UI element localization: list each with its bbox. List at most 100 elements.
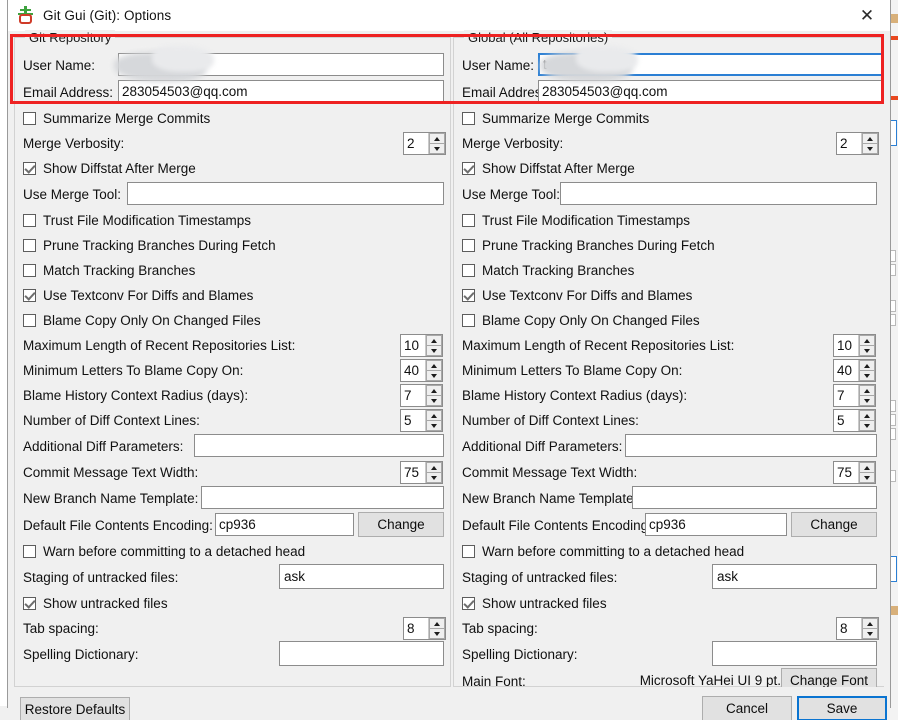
option-prune-tracking-branches-during-fetch-row[interactable]: Prune Tracking Branches During Fetch [23,233,442,258]
option-trust-file-modification-timestamps-row[interactable]: Trust File Modification Timestamps [23,208,442,233]
user-name-input[interactable]: t [538,53,883,76]
summarize-merge-commits-checkbox[interactable] [23,112,36,125]
commit-width-spinner-increment[interactable] [426,462,442,472]
show-diffstat-after-merge-checkbox[interactable] [23,162,36,175]
spelling-select[interactable] [712,641,877,666]
commit-width-spinner-decrement[interactable] [426,472,442,483]
tab-spacing-spinner-decrement[interactable] [862,628,878,639]
diff-params-input[interactable] [625,434,877,457]
option-use-textconv-for-diffs-and-blames-row[interactable]: Use Textconv For Diffs and Blames [23,283,442,308]
merge-verbosity-spinner-increment[interactable] [429,133,445,143]
option-trust-file-modification-timestamps-checkbox[interactable] [23,214,36,227]
option-use-textconv-for-diffs-and-blames-row[interactable]: Use Textconv For Diffs and Blames [462,283,876,308]
commit-width-spinner[interactable]: 75 [833,461,876,484]
diff-params-input[interactable] [194,434,444,457]
show-untracked-files-row[interactable]: Show untracked files [462,591,876,616]
spinner-3[interactable]: 5 [400,409,443,432]
user-name-input[interactable] [118,53,444,76]
spinner-2-decrement[interactable] [426,395,442,406]
merge-verbosity-spinner-buttons[interactable] [861,133,878,154]
merge-verbosity-spinner-decrement[interactable] [429,143,445,154]
branch-template-input[interactable] [201,486,444,509]
spinner-1-buttons[interactable] [858,360,875,381]
commit-width-spinner-buttons[interactable] [425,462,442,483]
spinner-3-decrement[interactable] [859,420,875,431]
spinner-0-increment[interactable] [426,335,442,345]
merge-verbosity-spinner-increment[interactable] [862,133,878,143]
spinner-3[interactable]: 5 [833,409,876,432]
option-use-textconv-for-diffs-and-blames-checkbox[interactable] [23,289,36,302]
option-use-textconv-for-diffs-and-blames-checkbox[interactable] [462,289,475,302]
spinner-3-buttons[interactable] [425,410,442,431]
warn-detached-head-checkbox[interactable] [23,545,36,558]
show-diffstat-after-merge-row[interactable]: Show Diffstat After Merge [23,156,442,181]
spinner-1[interactable]: 40 [833,359,876,382]
merge-verbosity-spinner-buttons[interactable] [428,133,445,154]
spinner-2-increment[interactable] [859,385,875,395]
show-diffstat-after-merge-checkbox[interactable] [462,162,475,175]
option-prune-tracking-branches-during-fetch-row[interactable]: Prune Tracking Branches During Fetch [462,233,876,258]
cancel-button[interactable]: Cancel [702,696,792,720]
spinner-2[interactable]: 7 [833,384,876,407]
option-match-tracking-branches-row[interactable]: Match Tracking Branches [462,258,876,283]
option-blame-copy-only-on-changed-files-checkbox[interactable] [462,314,475,327]
option-trust-file-modification-timestamps-checkbox[interactable] [462,214,475,227]
email-input[interactable]: 283054503@qq.com [538,80,883,103]
spinner-3-buttons[interactable] [858,410,875,431]
commit-width-spinner[interactable]: 75 [400,461,443,484]
merge-tool-input[interactable] [560,182,877,205]
option-prune-tracking-branches-during-fetch-checkbox[interactable] [462,239,475,252]
spinner-0[interactable]: 10 [833,334,876,357]
summarize-merge-commits-row[interactable]: Summarize Merge Commits [23,106,442,131]
option-blame-copy-only-on-changed-files-checkbox[interactable] [23,314,36,327]
tab-spacing-spinner[interactable]: 8 [403,617,446,640]
spinner-0-buttons[interactable] [425,335,442,356]
summarize-merge-commits-row[interactable]: Summarize Merge Commits [462,106,876,131]
merge-verbosity-spinner-decrement[interactable] [862,143,878,154]
encoding-change-button[interactable]: Change [358,512,444,537]
option-blame-copy-only-on-changed-files-row[interactable]: Blame Copy Only On Changed Files [462,308,876,333]
restore-defaults-button[interactable]: Restore Defaults [20,697,130,720]
show-diffstat-after-merge-row[interactable]: Show Diffstat After Merge [462,156,876,181]
staging-select[interactable]: ask [279,564,444,589]
commit-width-spinner-buttons[interactable] [858,462,875,483]
spinner-3-decrement[interactable] [426,420,442,431]
show-untracked-files-checkbox[interactable] [23,597,36,610]
encoding-change-button[interactable]: Change [791,512,877,537]
staging-select[interactable]: ask [712,564,877,589]
save-button[interactable]: Save [797,696,887,720]
warn-detached-head-checkbox[interactable] [462,545,475,558]
spelling-select[interactable] [279,641,444,666]
summarize-merge-commits-checkbox[interactable] [462,112,475,125]
warn-detached-head-row[interactable]: Warn before committing to a detached hea… [462,539,876,564]
option-trust-file-modification-timestamps-row[interactable]: Trust File Modification Timestamps [462,208,876,233]
tab-spacing-spinner-buttons[interactable] [861,618,878,639]
encoding-input[interactable]: cp936 [215,513,354,536]
merge-verbosity-spinner[interactable]: 2 [403,132,446,155]
spinner-1[interactable]: 40 [400,359,443,382]
branch-template-input[interactable] [632,486,877,509]
warn-detached-head-row[interactable]: Warn before committing to a detached hea… [23,539,442,564]
merge-verbosity-spinner[interactable]: 2 [836,132,879,155]
option-prune-tracking-branches-during-fetch-checkbox[interactable] [23,239,36,252]
spinner-0[interactable]: 10 [400,334,443,357]
show-untracked-files-checkbox[interactable] [462,597,475,610]
option-match-tracking-branches-checkbox[interactable] [462,264,475,277]
tab-spacing-spinner-increment[interactable] [429,618,445,628]
tab-spacing-spinner-increment[interactable] [862,618,878,628]
close-icon[interactable]: ✕ [844,0,890,31]
spinner-2-increment[interactable] [426,385,442,395]
spinner-3-increment[interactable] [859,410,875,420]
spinner-2-buttons[interactable] [425,385,442,406]
spinner-1-decrement[interactable] [426,370,442,381]
option-match-tracking-branches-checkbox[interactable] [23,264,36,277]
commit-width-spinner-decrement[interactable] [859,472,875,483]
spinner-2[interactable]: 7 [400,384,443,407]
spinner-3-increment[interactable] [426,410,442,420]
spinner-0-increment[interactable] [859,335,875,345]
spinner-1-increment[interactable] [426,360,442,370]
spinner-1-increment[interactable] [859,360,875,370]
spinner-0-decrement[interactable] [426,345,442,356]
email-input[interactable]: 283054503@qq.com [118,80,444,103]
commit-width-spinner-increment[interactable] [859,462,875,472]
